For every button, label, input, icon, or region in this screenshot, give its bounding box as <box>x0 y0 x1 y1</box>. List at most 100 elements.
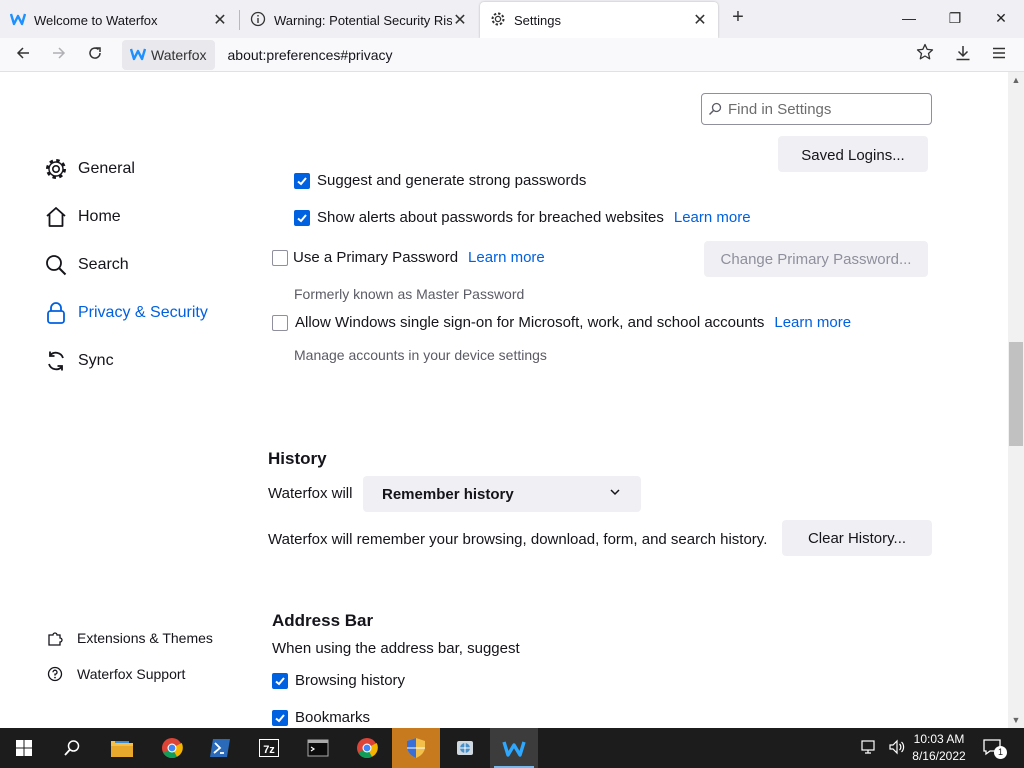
page-scrollbar[interactable]: ▲ ▼ <box>1008 72 1024 728</box>
waterfox-icon <box>129 46 147 65</box>
scroll-up-arrow-icon[interactable]: ▲ <box>1008 72 1024 88</box>
checkmark-icon <box>297 176 307 185</box>
identity-label: Waterfox <box>151 47 207 63</box>
primary-password-row: Use a Primary Password Learn more <box>272 249 545 266</box>
menu-button[interactable] <box>986 42 1012 68</box>
search-icon <box>44 253 68 277</box>
waterfox-icon <box>502 741 526 757</box>
powershell-icon <box>210 739 230 757</box>
history-heading: History <box>268 449 327 468</box>
tab-welcome[interactable]: Welcome to Waterfox ✕ <box>0 2 238 38</box>
url-text[interactable]: about:preferences#privacy <box>228 47 393 63</box>
scroll-down-arrow-icon[interactable]: ▼ <box>1008 712 1024 728</box>
browsing-history-checkbox[interactable] <box>272 672 288 689</box>
windows-sso-checkbox[interactable] <box>272 314 288 331</box>
category-general[interactable]: General <box>44 153 135 185</box>
file-explorer-icon <box>111 741 133 757</box>
search-input[interactable] <box>728 100 918 118</box>
extensions-themes-link[interactable]: Extensions & Themes <box>46 630 213 646</box>
maximize-button[interactable]: ❐ <box>932 4 978 32</box>
svg-text:7z: 7z <box>263 744 275 756</box>
change-primary-password-button[interactable]: Change Primary Password... <box>704 241 928 277</box>
history-mode-value: Remember history <box>382 485 514 503</box>
search-icon <box>64 740 80 756</box>
taskbar-powershell[interactable] <box>196 728 244 768</box>
network-icon[interactable] <box>860 739 878 758</box>
windows-sso-learn-more-link[interactable]: Learn more <box>774 314 851 331</box>
close-window-button[interactable]: ✕ <box>978 4 1024 32</box>
system-tray <box>860 728 906 768</box>
start-button[interactable] <box>0 728 48 768</box>
breach-alerts-checkbox[interactable] <box>294 209 310 226</box>
close-tab-icon[interactable]: ✕ <box>452 10 468 30</box>
scroll-thumb[interactable] <box>1009 342 1023 446</box>
taskbar-waterfox[interactable] <box>490 728 538 768</box>
history-will-label: Waterfox will <box>268 485 353 502</box>
primary-password-label[interactable]: Use a Primary Password <box>293 249 458 266</box>
taskbar-network-app[interactable] <box>441 728 489 768</box>
breach-alerts-label[interactable]: Show alerts about passwords for breached… <box>317 209 664 226</box>
category-sync[interactable]: Sync <box>44 345 114 377</box>
tab-settings[interactable]: Settings ✕ <box>480 2 718 38</box>
tab-strip: Welcome to Waterfox ✕ Warning: Potential… <box>0 0 1024 38</box>
find-in-settings[interactable] <box>701 93 932 125</box>
address-bar-heading: Address Bar <box>272 611 374 630</box>
browsing-history-label[interactable]: Browsing history <box>295 672 405 689</box>
checkmark-icon <box>275 676 285 685</box>
bookmarks-checkbox[interactable] <box>272 709 288 726</box>
reload-button[interactable] <box>82 42 108 68</box>
taskbar-file-explorer[interactable] <box>98 728 146 768</box>
primary-password-learn-more-link[interactable]: Learn more <box>468 249 545 266</box>
clear-history-button[interactable]: Clear History... <box>782 520 932 556</box>
lock-icon <box>44 301 68 325</box>
category-search[interactable]: Search <box>44 249 129 281</box>
category-label: Privacy & Security <box>78 304 208 321</box>
suggest-passwords-checkbox[interactable] <box>294 172 310 189</box>
taskbar-search-button[interactable] <box>48 728 96 768</box>
taskbar-7zip[interactable]: 7z <box>245 728 293 768</box>
breach-alerts-learn-more-link[interactable]: Learn more <box>674 209 751 226</box>
close-tab-icon[interactable]: ✕ <box>692 10 708 30</box>
history-mode-select[interactable]: Remember history <box>363 476 641 512</box>
bookmark-star-button[interactable] <box>912 42 938 68</box>
waterfox-support-link[interactable]: Waterfox Support <box>46 666 185 682</box>
forward-arrow-icon <box>53 47 66 59</box>
new-tab-button[interactable]: + <box>726 6 750 32</box>
taskbar-clock[interactable]: 10:03 AM 8/16/2022 <box>906 731 972 765</box>
waterfox-icon <box>9 11 27 30</box>
help-icon <box>46 666 64 682</box>
tab-label: Welcome to Waterfox <box>34 12 158 28</box>
back-button[interactable] <box>10 42 36 68</box>
terminal-icon <box>307 739 329 757</box>
category-home[interactable]: Home <box>44 201 121 233</box>
windows-sso-label[interactable]: Allow Windows single sign-on for Microso… <box>295 314 764 331</box>
close-tab-icon[interactable]: ✕ <box>212 10 228 30</box>
tab-security-warning[interactable]: Warning: Potential Security Risk Ahead ✕ <box>240 2 478 38</box>
taskbar-chrome-2[interactable] <box>343 728 391 768</box>
notification-center-button[interactable]: 1 <box>982 728 1007 768</box>
bookmarks-label[interactable]: Bookmarks <box>295 709 370 726</box>
identity-box[interactable]: Waterfox <box>122 40 215 70</box>
minimize-button[interactable]: — <box>886 4 932 32</box>
clock-date: 8/16/2022 <box>912 749 966 763</box>
primary-password-checkbox[interactable] <box>272 249 288 266</box>
taskbar-chrome[interactable] <box>148 728 196 768</box>
extensions-themes-label: Extensions & Themes <box>77 630 213 646</box>
chevron-down-icon <box>609 485 621 502</box>
chrome-icon <box>162 738 183 759</box>
taskbar-terminal[interactable] <box>294 728 342 768</box>
address-bar-intro: When using the address bar, suggest <box>272 640 520 657</box>
url-bar[interactable]: Waterfox about:preferences#privacy <box>122 40 944 70</box>
volume-icon[interactable] <box>888 739 906 758</box>
clock-time: 10:03 AM <box>913 732 965 746</box>
reload-icon <box>89 47 101 59</box>
saved-logins-button[interactable]: Saved Logins... <box>778 136 928 172</box>
checkmark-icon <box>297 213 307 222</box>
settings-page: General Home Search Privacy & Security S… <box>0 72 1008 728</box>
forward-button[interactable] <box>46 42 72 68</box>
windows-logo-icon <box>16 740 32 756</box>
suggest-passwords-label[interactable]: Suggest and generate strong passwords <box>317 172 586 189</box>
taskbar-security-app[interactable] <box>392 728 440 768</box>
downloads-button[interactable] <box>950 42 976 68</box>
category-privacy-security[interactable]: Privacy & Security <box>44 297 208 329</box>
